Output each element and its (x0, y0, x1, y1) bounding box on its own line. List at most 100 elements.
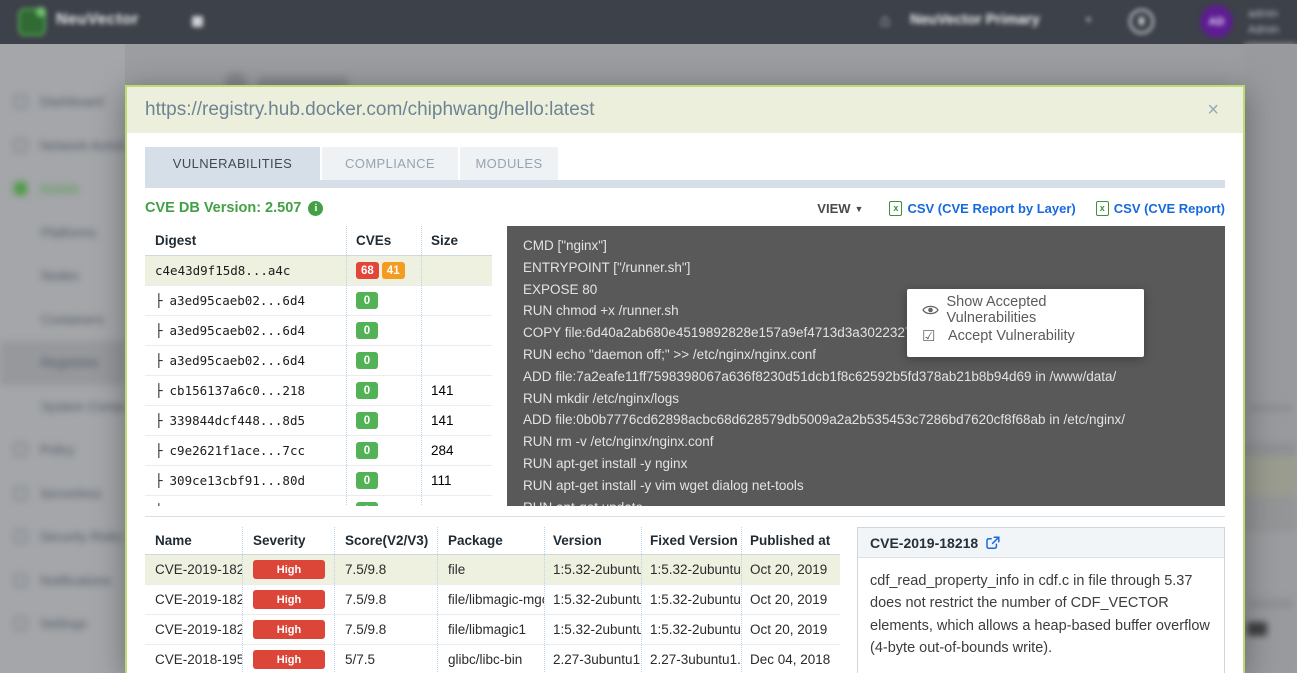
view-dropdown-button[interactable]: VIEW▼ (817, 201, 863, 216)
cluster-caret-icon[interactable]: ▾ (1086, 15, 1091, 26)
cve-count-badge: 0 (356, 292, 378, 309)
assets-icon (14, 182, 27, 195)
eye-icon (922, 304, 947, 316)
sidebar-item-policy[interactable]: Policy (0, 428, 125, 472)
sidebar-pin-icon[interactable] (192, 16, 203, 27)
layers-table: Digest CVEs Size c4e43d9f15d8...a4c 6841… (145, 226, 492, 506)
tab-modules[interactable]: MODULES (460, 147, 558, 180)
network-icon (14, 139, 27, 152)
brand-name: NeuVector (56, 11, 139, 29)
security-risks-icon (14, 530, 27, 543)
menu-item-accept-vulnerability[interactable]: ☑ Accept Vulnerability (907, 323, 1144, 349)
sidebar-item-serverless[interactable]: Serverless (0, 472, 125, 516)
sidebar-item-settings[interactable]: Settings (0, 602, 125, 646)
cve-count-badge: 0 (356, 322, 378, 339)
info-icon[interactable]: i (308, 201, 323, 216)
serverless-icon (14, 487, 27, 500)
sidebar-item-assets[interactable]: Assets (0, 167, 125, 211)
excel-file-icon: x (889, 201, 902, 216)
vulnerabilities-table-header: Name Severity Score(V2/V3) Package Versi… (145, 527, 840, 555)
layer-tree-marker: ├ (155, 473, 163, 488)
menu-item-show-accepted-vulnerabilities[interactable]: Show Accepted Vulnerabilities (907, 297, 1144, 323)
table-row[interactable]: ├a3ed95caeb02...6d4 0 (145, 346, 492, 376)
view-dropdown-menu: Show Accepted Vulnerabilities ☑ Accept V… (907, 289, 1144, 357)
cluster-icon: ⌂ (880, 11, 890, 31)
modal-header: https://registry.hub.docker.com/chiphwan… (127, 87, 1243, 133)
user-role: Admin (1248, 22, 1297, 38)
cve-count-badge: 0 (356, 352, 378, 369)
layer-tree-marker: ├ (155, 413, 163, 428)
cve-count-badge: 0 (356, 472, 378, 489)
table-row[interactable]: ├c9e2621f1ace...7cc 0 284 (145, 436, 492, 466)
section-divider (145, 516, 1225, 517)
table-row[interactable]: ├ 0 (145, 496, 492, 506)
layer-tree-marker: ├ (155, 383, 163, 398)
cve-count-badge: 0 (356, 382, 378, 399)
severity-badge: High (253, 620, 325, 639)
sidebar-item-network-activity[interactable]: Network Activity (0, 124, 125, 168)
dashboard-icon (14, 95, 27, 108)
cve-count-badge: 0 (356, 502, 378, 506)
cve-detail-panel: CVE-2019-18218 cdf_read_property_info in… (857, 527, 1225, 673)
settings-icon (14, 617, 27, 630)
sidebar-item-notifications[interactable]: Notifications (0, 559, 125, 603)
sidebar-nav: Dashboard Network Activity Assets Platfo… (0, 44, 125, 673)
cluster-selector[interactable]: NeuVector Primary (910, 12, 1040, 28)
table-row[interactable]: ├309ce13cbf91...80d 0 111 (145, 466, 492, 496)
layer-tree-marker: ├ (155, 503, 163, 506)
tab-compliance[interactable]: COMPLIANCE (322, 147, 458, 180)
table-row[interactable]: CVE-2019-18218 High 7.5/9.8 file/libmagi… (145, 615, 840, 645)
tab-bar: VULNERABILITIES COMPLIANCE MODULES (145, 147, 1225, 180)
checkbox-check-icon: ☑ (922, 327, 948, 345)
user-info: admin Admin (1248, 6, 1297, 38)
sidebar-item-registries[interactable]: Registries (0, 341, 125, 385)
sidebar-item-system-components[interactable]: System Components (0, 385, 125, 429)
sidebar-item-dashboard[interactable]: Dashboard (0, 80, 125, 124)
table-row[interactable]: ├339844dcf448...8d5 0 141 (145, 406, 492, 436)
excel-file-icon: x (1096, 201, 1109, 216)
table-row[interactable]: CVE-2018-19591 High 5/7.5 glibc/libc-bin… (145, 645, 840, 673)
cve-count-badge: 0 (356, 412, 378, 429)
layer-tree-marker: ├ (155, 353, 163, 368)
policy-icon (14, 443, 27, 456)
table-row[interactable]: ├a3ed95caeb02...6d4 0 (145, 286, 492, 316)
notifications-icon (14, 574, 27, 587)
image-scan-modal: https://registry.hub.docker.com/chiphwan… (125, 85, 1245, 673)
sidebar-item-containers[interactable]: Containers (0, 298, 125, 342)
external-link-icon[interactable] (986, 536, 1000, 550)
chevron-down-icon: ▼ (855, 204, 864, 214)
table-row[interactable]: CVE-2019-18218 High 7.5/9.8 file/libmagi… (145, 585, 840, 615)
layer-tree-marker: ├ (155, 293, 163, 308)
csv-report-link[interactable]: x CSV (CVE Report) (1096, 201, 1225, 216)
layer-tree-marker: ├ (155, 323, 163, 338)
tab-vulnerabilities[interactable]: VULNERABILITIES (145, 147, 320, 180)
cve-db-version: CVE DB Version: 2.507 i (145, 200, 323, 216)
table-row[interactable]: c4e43d9f15d8...a4c 6841 (145, 256, 492, 286)
close-icon[interactable]: × (1201, 100, 1225, 120)
table-row[interactable]: ├cb156137a6c0...218 0 141 (145, 376, 492, 406)
sidebar-item-nodes[interactable]: Nodes (0, 254, 125, 298)
notifications-bell-icon[interactable] (1129, 9, 1154, 34)
layer-tree-marker: ├ (155, 443, 163, 458)
dockerfile-commands-panel: CMD ["nginx"] ENTRYPOINT ["/runner.sh"] … (507, 226, 1225, 506)
top-navbar: NeuVector ⌂ NeuVector Primary ▾ AD admin… (0, 0, 1297, 44)
user-avatar[interactable]: AD (1200, 5, 1233, 38)
severity-badge: High (253, 590, 325, 609)
severity-badge: High (253, 650, 325, 669)
sidebar-item-platforms[interactable]: Platforms (0, 211, 125, 255)
page-background (125, 44, 1297, 89)
cve-count-badge: 0 (356, 442, 378, 459)
vulnerabilities-table: Name Severity Score(V2/V3) Package Versi… (145, 527, 840, 673)
layers-table-header: Digest CVEs Size (145, 226, 492, 256)
modal-title: https://registry.hub.docker.com/chiphwan… (145, 99, 1201, 121)
csv-report-by-layer-link[interactable]: x CSV (CVE Report by Layer) (889, 201, 1075, 216)
page-background-right (1245, 44, 1297, 673)
user-name: admin (1248, 6, 1297, 22)
tab-strip (145, 180, 1225, 188)
table-row[interactable]: CVE-2019-18218 High 7.5/9.8 file 1:5.32-… (145, 555, 840, 585)
neuvector-logo-icon (18, 8, 46, 36)
sidebar-item-security-risks[interactable]: Security Risks (0, 515, 125, 559)
cve-detail-description: cdf_read_property_info in cdf.c in file … (858, 558, 1224, 673)
cve-detail-id: CVE-2019-18218 (870, 535, 978, 551)
table-row[interactable]: ├a3ed95caeb02...6d4 0 (145, 316, 492, 346)
